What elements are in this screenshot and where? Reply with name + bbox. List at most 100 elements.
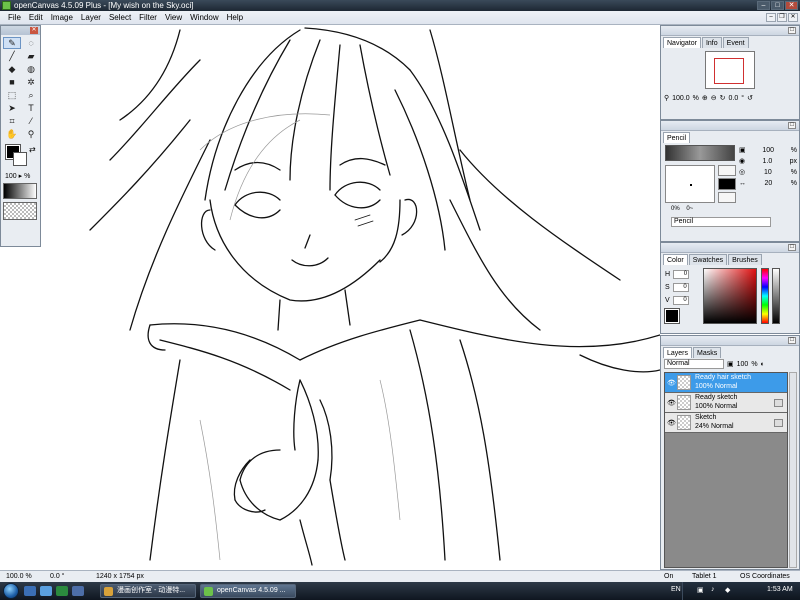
task-label: openCanvas 4.5.09 ... <box>217 587 286 594</box>
tab-swatches[interactable]: Swatches <box>688 254 728 265</box>
hue-slider[interactable] <box>761 268 769 324</box>
gradient-preview[interactable] <box>3 183 37 199</box>
magnifier-tool-icon[interactable]: ⚲ <box>22 128 40 140</box>
saturation-value-field[interactable] <box>703 268 757 324</box>
brush-min-row[interactable]: ↔ 20% <box>739 178 797 189</box>
tray-app-icon[interactable]: ◆ <box>725 586 730 594</box>
layer-opacity-value[interactable]: 100 <box>737 361 749 368</box>
volume-icon[interactable]: ♪ <box>711 586 715 593</box>
taskbar-item[interactable]: 漫画创作室 - 动漫特... <box>100 584 196 598</box>
swap-colors-icon[interactable]: ⇄ <box>29 145 36 154</box>
brush-close-button[interactable]: □ <box>788 122 796 129</box>
background-color[interactable] <box>13 152 27 166</box>
eye-icon[interactable]: 👁 <box>667 379 676 387</box>
hand-tool-icon[interactable]: ✋ <box>3 128 21 140</box>
layer-lock-icon[interactable]: ◐ <box>761 361 765 368</box>
menu-help[interactable]: Help <box>223 13 247 22</box>
pen-tool-icon[interactable]: ✎ <box>3 37 21 49</box>
tab-layers[interactable]: Layers <box>663 347 693 358</box>
eye-icon[interactable]: 👁 <box>667 399 676 407</box>
shape-tool-icon[interactable]: ■ <box>3 76 21 88</box>
v-field[interactable]: 0 <box>672 296 689 305</box>
blur-tool-icon[interactable]: ✲ <box>22 76 40 88</box>
current-color-swatch[interactable] <box>664 308 680 324</box>
menu-window[interactable]: Window <box>186 13 222 22</box>
tab-brushes[interactable]: Brushes <box>728 254 762 265</box>
drawing-canvas[interactable] <box>0 25 660 570</box>
menu-filter[interactable]: Filter <box>135 13 161 22</box>
maximize-button[interactable]: □ <box>771 1 784 10</box>
rotate-reset-icon[interactable]: ↺ <box>747 94 753 102</box>
layer-mask-icon[interactable] <box>774 399 783 407</box>
lasso-tool-icon[interactable]: ◌ <box>22 37 40 49</box>
brush-color-button[interactable] <box>718 178 736 190</box>
doc-close-button[interactable]: ✕ <box>788 13 798 22</box>
network-icon[interactable]: ▣ <box>697 586 704 594</box>
eyedropper-tool-icon[interactable]: ⁄ <box>22 115 40 127</box>
zoom-tool-icon[interactable]: ⌕ <box>22 89 40 101</box>
tab-info[interactable]: Info <box>701 37 722 48</box>
quicklaunch-app-icon[interactable] <box>56 586 68 596</box>
navigator-close-button[interactable]: □ <box>788 27 796 34</box>
color-close-button[interactable]: □ <box>788 244 796 251</box>
tab-color[interactable]: Color <box>663 254 688 265</box>
clock[interactable]: 1:53 AM <box>767 586 793 593</box>
texture-preview[interactable] <box>3 202 37 220</box>
h-field[interactable]: 0 <box>673 270 690 279</box>
brush-texture-button[interactable] <box>718 191 736 203</box>
navigator-thumbnail[interactable] <box>705 51 755 89</box>
s-field[interactable]: 0 <box>672 283 689 292</box>
close-button[interactable]: ✕ <box>785 1 798 10</box>
eraser-tool-icon[interactable]: ▰ <box>22 50 40 62</box>
menu-edit[interactable]: Edit <box>25 13 47 22</box>
tab-pencil[interactable]: Pencil <box>663 132 691 143</box>
move-tool-icon[interactable]: ➤ <box>3 102 21 114</box>
menu-select[interactable]: Select <box>105 13 135 22</box>
blend-mode-select[interactable]: Normal <box>664 359 724 369</box>
toolbox-close-button[interactable]: ✕ <box>30 27 38 34</box>
layer-mask-icon[interactable] <box>774 419 783 427</box>
quicklaunch-browser-icon[interactable] <box>72 586 84 596</box>
navigator-rotation-value[interactable]: 0.0 <box>729 95 739 102</box>
toolbox-opacity[interactable]: 100 ▸ % <box>1 172 40 180</box>
brush-opacity-row[interactable]: ▣ 100% <box>739 145 797 156</box>
layer-row[interactable]: 👁 Ready sketch 100% Normal <box>665 393 787 413</box>
brush-tool-icon[interactable]: ╱ <box>3 50 21 62</box>
doc-minimize-button[interactable]: – <box>766 13 776 22</box>
layer-row[interactable]: 👁 Ready hair sketch 100% Normal <box>665 373 787 393</box>
navigator-view-rect[interactable] <box>714 58 744 84</box>
tab-masks[interactable]: Masks <box>693 347 722 358</box>
rotate-icon[interactable]: ↻ <box>720 94 726 102</box>
switch-windows-icon[interactable] <box>40 586 52 596</box>
tab-navigator[interactable]: Navigator <box>663 37 701 48</box>
show-desktop-icon[interactable] <box>24 586 36 596</box>
layer-scrollbar[interactable] <box>789 372 797 568</box>
brush-size-row[interactable]: ◉ 1.0 px <box>739 156 797 167</box>
doc-restore-button[interactable]: ❐ <box>777 13 787 22</box>
navigator-zoom-value[interactable]: 100.0 <box>672 95 690 102</box>
layers-close-button[interactable]: □ <box>788 337 796 344</box>
language-indicator[interactable]: EN <box>671 586 681 593</box>
fill-tool-icon[interactable]: ◆ <box>3 63 21 75</box>
brush-density-row[interactable]: ◎ 10% <box>739 167 797 178</box>
airbrush-tool-icon[interactable]: ◍ <box>22 63 40 75</box>
menu-layer[interactable]: Layer <box>77 13 105 22</box>
taskbar-item[interactable]: openCanvas 4.5.09 ... <box>200 584 296 598</box>
menu-file[interactable]: File <box>4 13 25 22</box>
select-tool-icon[interactable]: ⬚ <box>3 89 21 101</box>
minimize-button[interactable]: – <box>757 1 770 10</box>
crop-tool-icon[interactable]: ⌗ <box>3 115 21 127</box>
zoom-out-icon[interactable]: ⚲ <box>664 94 669 102</box>
menu-image[interactable]: Image <box>47 13 77 22</box>
menu-view[interactable]: View <box>161 13 186 22</box>
tab-event[interactable]: Event <box>722 37 749 48</box>
eye-icon[interactable]: 👁 <box>667 419 676 427</box>
brush-curve-button[interactable] <box>718 165 736 177</box>
zoom-in-icon[interactable]: ⊕ <box>702 94 708 102</box>
start-button[interactable] <box>3 583 19 599</box>
zoom-fit-icon[interactable]: ⊖ <box>711 94 717 102</box>
brush-name-field[interactable]: Pencil <box>671 217 771 227</box>
text-tool-icon[interactable]: T <box>22 102 40 114</box>
layer-row[interactable]: 👁 Sketch 24% Normal <box>665 413 787 433</box>
gray-slider[interactable] <box>772 268 780 324</box>
